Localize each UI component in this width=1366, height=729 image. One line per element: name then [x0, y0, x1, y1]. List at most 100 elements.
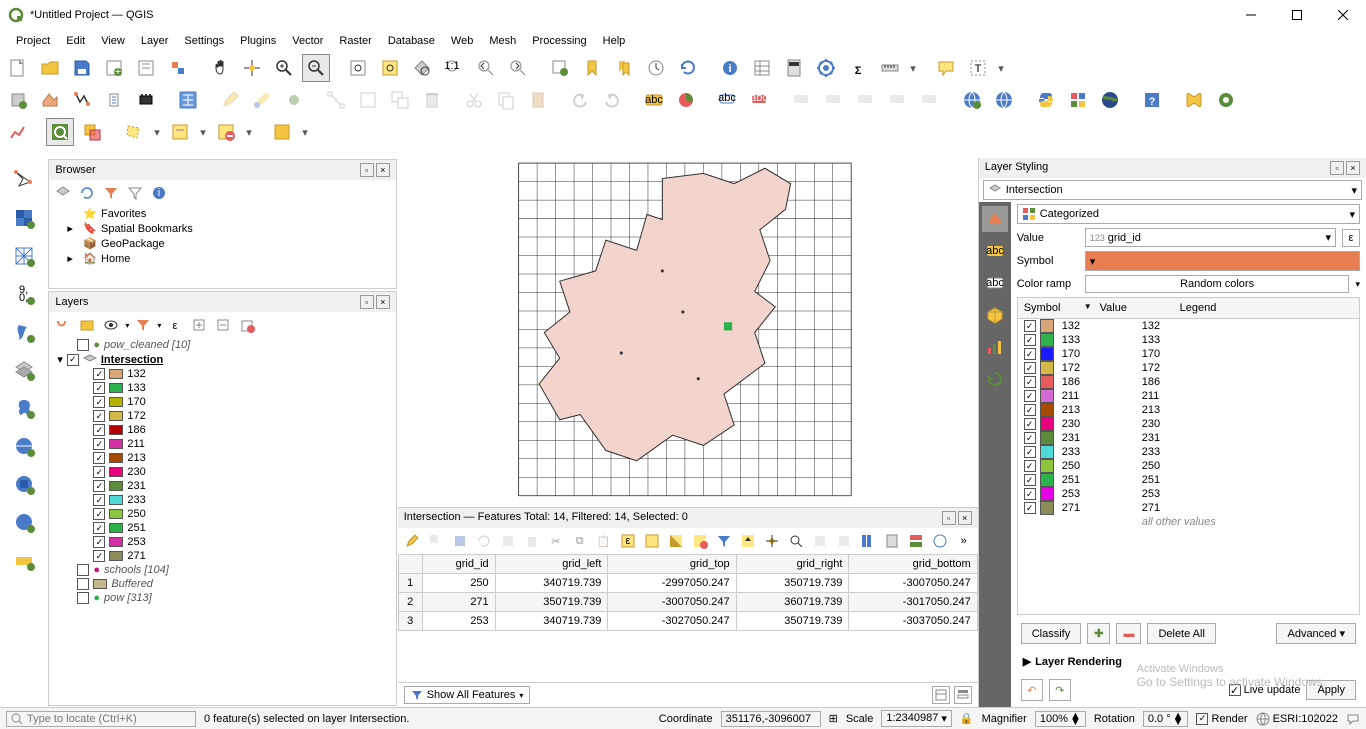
multi-edit-icon[interactable] — [386, 86, 414, 114]
change-label-icon[interactable] — [916, 86, 944, 114]
layout-manager-icon[interactable] — [132, 54, 160, 82]
qgis2web-icon[interactable] — [1180, 86, 1208, 114]
layer-category[interactable]: ✓250 — [49, 507, 395, 521]
menu-mesh[interactable]: Mesh — [481, 33, 524, 49]
topology-checker-icon[interactable] — [78, 118, 106, 146]
classify-button[interactable]: Classify — [1021, 623, 1082, 644]
manage-visibility-icon[interactable] — [101, 315, 121, 335]
new-project-icon[interactable] — [4, 54, 32, 82]
apply-button[interactable]: Apply — [1306, 680, 1356, 700]
undo-style-button[interactable]: ↶ — [1021, 679, 1043, 701]
map-tips-icon[interactable] — [932, 54, 960, 82]
close-panel-icon[interactable]: × — [376, 295, 390, 309]
menu-view[interactable]: View — [93, 33, 133, 49]
scale-field[interactable]: 1:2340987▾ — [881, 710, 952, 727]
python-console-icon[interactable] — [1032, 86, 1060, 114]
layer-item[interactable]: ●pow_cleaned [10] — [49, 338, 395, 352]
paste-icon[interactable]: 📋 — [594, 531, 614, 551]
new-virtual-layer-icon[interactable] — [174, 86, 202, 114]
add-postgis-icon[interactable] — [10, 394, 38, 422]
table-header[interactable]: grid_top — [608, 555, 736, 574]
category-row[interactable]: ✓231231 — [1018, 431, 1359, 445]
category-row[interactable]: ✓170170 — [1018, 347, 1359, 361]
add-raster-icon[interactable] — [10, 204, 38, 232]
pan-icon[interactable] — [206, 54, 234, 82]
line-chart-icon[interactable] — [4, 118, 32, 146]
temporal-controller-icon[interactable] — [642, 54, 670, 82]
help-icon[interactable]: ? — [1138, 86, 1166, 114]
rotate-label-icon[interactable] — [884, 86, 912, 114]
redo-icon[interactable] — [598, 86, 626, 114]
pan-to-selection-icon[interactable] — [238, 54, 266, 82]
menu-layer[interactable]: Layer — [133, 33, 177, 49]
layer-style-icon[interactable] — [53, 315, 73, 335]
field-calculator-icon[interactable] — [780, 54, 808, 82]
collapse-all-icon[interactable] — [213, 315, 233, 335]
zoom-to-selection-icon[interactable] — [376, 54, 404, 82]
copy-icon[interactable] — [492, 86, 520, 114]
menu-web[interactable]: Web — [443, 33, 481, 49]
select-all-icon[interactable] — [268, 118, 296, 146]
category-list[interactable]: Symbol▼ValueLegend ✓132132✓133133✓170170… — [1017, 297, 1360, 615]
organize-columns-icon[interactable] — [858, 531, 878, 551]
label-icon[interactable]: abc — [640, 86, 668, 114]
masks-tab-icon[interactable]: abc — [982, 270, 1008, 296]
dropdown-icon[interactable]: ▾ — [908, 62, 918, 75]
delete-selected-icon[interactable] — [522, 531, 542, 551]
properties-icon[interactable]: i — [149, 183, 169, 203]
georeferencer-icon[interactable] — [46, 118, 74, 146]
deselect-all-icon[interactable] — [212, 118, 240, 146]
layer-group[interactable]: ▾✓Intersection — [49, 352, 395, 367]
layer-category[interactable]: ✓253 — [49, 535, 395, 549]
menu-edit[interactable]: Edit — [58, 33, 93, 49]
extents-icon[interactable]: ⊞ — [829, 712, 838, 725]
close-panel-icon[interactable]: × — [376, 163, 390, 177]
menu-vector[interactable]: Vector — [284, 33, 331, 49]
table-header[interactable]: grid_bottom — [849, 555, 977, 574]
new-memory-layer-icon[interactable] — [132, 86, 160, 114]
menu-raster[interactable]: Raster — [331, 33, 379, 49]
layer-category[interactable]: ✓133 — [49, 381, 395, 395]
add-virtual-layer-icon[interactable] — [10, 356, 38, 384]
magnifier-field[interactable]: 100%▲▼ — [1035, 711, 1086, 727]
zoom-next-icon[interactable] — [504, 54, 532, 82]
dropdown-icon[interactable]: ▾ — [996, 62, 1006, 75]
browser-item[interactable]: ▸🔖Spatial Bookmarks — [49, 221, 395, 236]
undock-icon[interactable]: ▫ — [360, 163, 374, 177]
filter-selection-icon[interactable] — [714, 531, 734, 551]
select-form-icon[interactable] — [166, 118, 194, 146]
expression-button[interactable]: ε — [1342, 229, 1360, 247]
category-row[interactable]: ✓251251 — [1018, 473, 1359, 487]
layer-category[interactable]: ✓233 — [49, 493, 395, 507]
add-feature-icon[interactable] — [280, 86, 308, 114]
live-update-checkbox[interactable]: ✓Live update — [1229, 684, 1301, 696]
redo-style-button[interactable]: ↷ — [1049, 679, 1071, 701]
category-row[interactable]: ✓186186 — [1018, 375, 1359, 389]
layer-category[interactable]: ✓230 — [49, 465, 395, 479]
dropdown-icon[interactable]: ▾ — [300, 126, 310, 139]
browser-item[interactable]: ▸🏠Home — [49, 251, 395, 266]
coordinate-field[interactable]: 351176,-3096007 — [721, 711, 821, 727]
category-row[interactable]: ✓271271 — [1018, 501, 1359, 515]
new-bookmark-icon[interactable] — [578, 54, 606, 82]
table-row[interactable]: 2271350719.739-3007050.247360719.739-301… — [398, 593, 977, 612]
category-row[interactable]: ✓172172 — [1018, 361, 1359, 375]
layer-category[interactable]: ✓213 — [49, 451, 395, 465]
add-spatialite-icon[interactable] — [10, 318, 38, 346]
layer-category[interactable]: ✓186 — [49, 423, 395, 437]
value-selector[interactable]: 123 grid_id▾ — [1085, 228, 1336, 247]
layer-rendering-section[interactable]: ▶ Layer Rendering — [1017, 652, 1360, 671]
table-header[interactable]: grid_id — [422, 555, 495, 574]
category-row[interactable]: ✓250250 — [1018, 459, 1359, 473]
toggle-editing-icon[interactable] — [216, 86, 244, 114]
filter-legend-icon[interactable] — [133, 315, 153, 335]
new-map-view-icon[interactable] — [546, 54, 574, 82]
category-row[interactable]: ✓132132 — [1018, 319, 1359, 333]
add-delimited-text-icon[interactable]: 9,0, — [10, 280, 38, 308]
symbology-tab-icon[interactable] — [982, 206, 1008, 232]
menu-processing[interactable]: Processing — [524, 33, 594, 49]
osm-world-icon[interactable] — [958, 86, 986, 114]
dock-icon[interactable]: » — [954, 531, 974, 551]
layer-category[interactable]: ✓170 — [49, 395, 395, 409]
add-group-icon[interactable] — [77, 315, 97, 335]
